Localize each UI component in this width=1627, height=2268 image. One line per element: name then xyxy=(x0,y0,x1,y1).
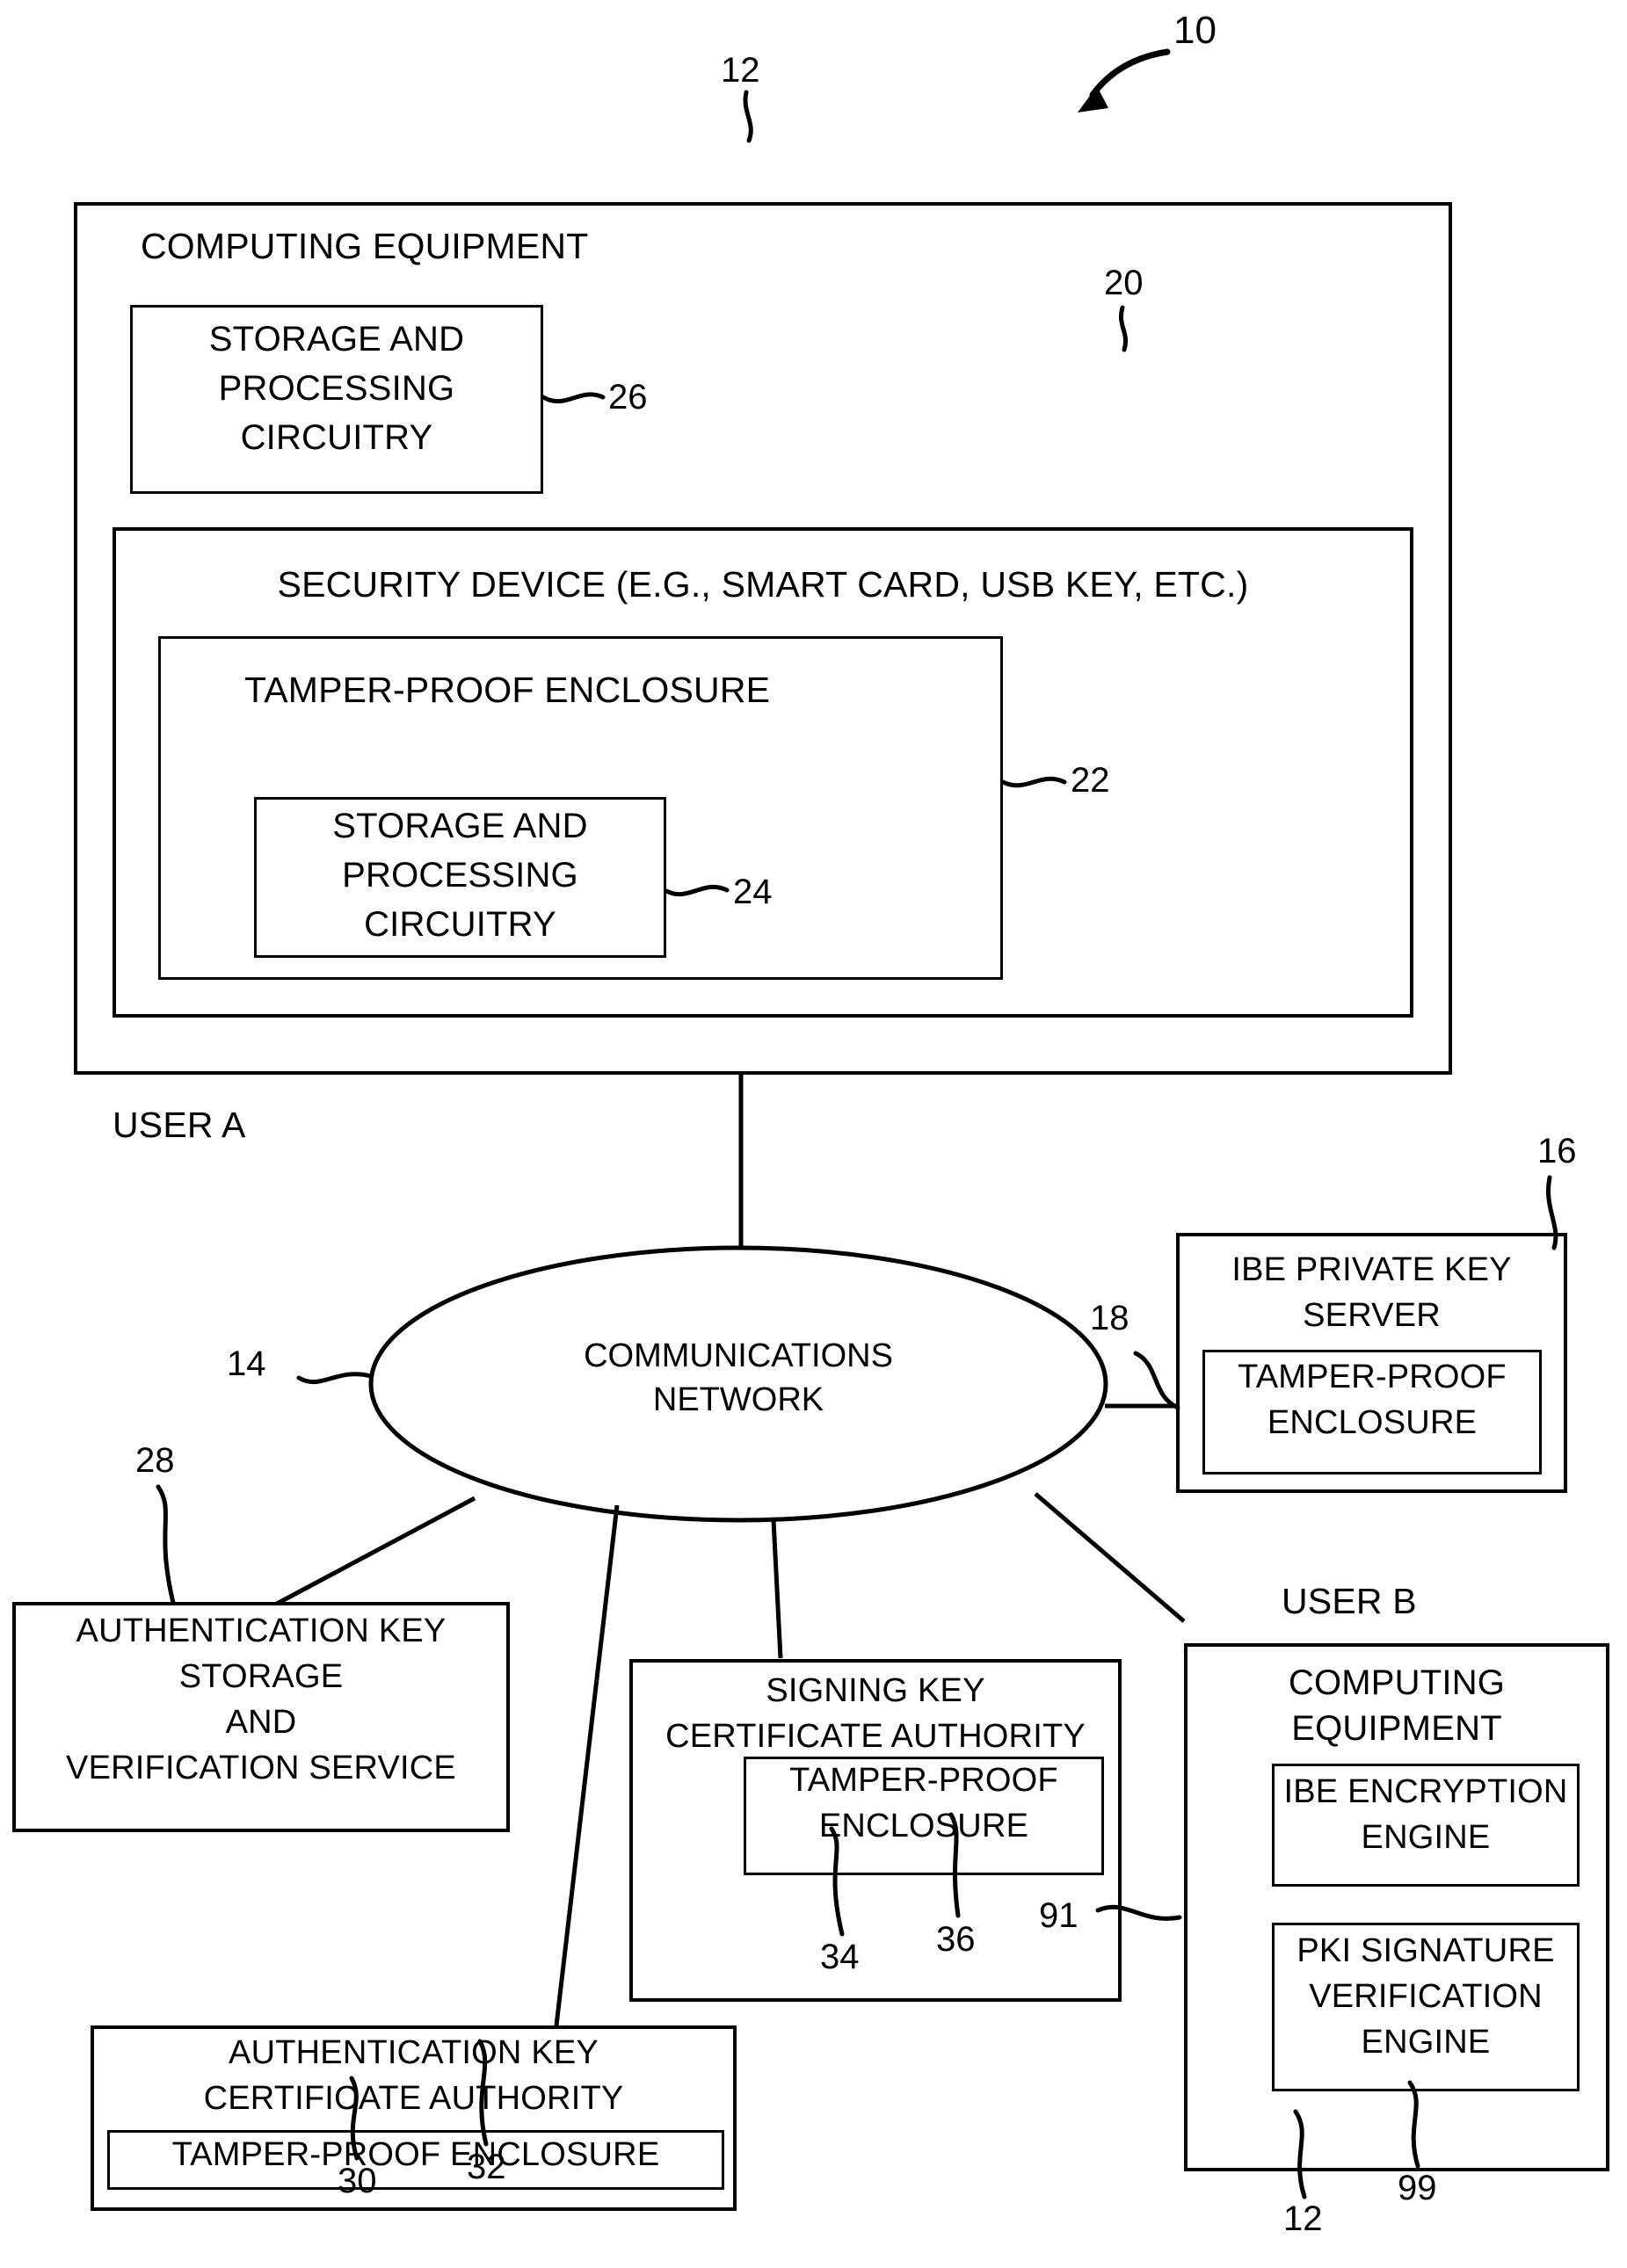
pki-signature-engine-line3: ENGINE xyxy=(1361,2024,1491,2061)
communications-network-label-line1: COMMUNICATIONS xyxy=(584,1337,893,1374)
user-b-label: USER B xyxy=(1282,1581,1417,1621)
ref-32: 32 xyxy=(467,2148,506,2186)
ref-20: 20 xyxy=(1104,264,1144,302)
storage-processing-line3: CIRCUITRY xyxy=(240,418,433,457)
ref-12-top: 12 xyxy=(721,51,760,90)
storage-processing-line1: STORAGE AND xyxy=(208,320,465,359)
pki-signature-engine-line2: VERIFICATION xyxy=(1309,1978,1543,2015)
communications-network-label-line2: NETWORK xyxy=(652,1381,824,1418)
ibe-private-key-server-line2: SERVER xyxy=(1303,1297,1441,1334)
user-b-computing-equipment-line1: COMPUTING xyxy=(1288,1663,1506,1702)
connector-network-signingkeyca xyxy=(771,1519,783,1659)
computing-equipment-title: COMPUTING EQUIPMENT xyxy=(141,226,589,266)
security-device-title: SECURITY DEVICE (E.G., SMART CARD, USB K… xyxy=(277,564,1249,605)
signing-key-ca-enclosure-line2: ENCLOSURE xyxy=(818,1808,1029,1844)
storage-processing-line2: PROCESSING xyxy=(218,369,455,408)
auth-key-ca-line2: CERTIFICATE AUTHORITY xyxy=(203,2080,624,2117)
leader-12-top xyxy=(743,90,753,143)
leader-28 xyxy=(156,1484,176,1605)
ref-24: 24 xyxy=(733,873,773,911)
signing-key-ca-line1: SIGNING KEY xyxy=(766,1672,985,1709)
auth-key-service-line1: AUTHENTICATION KEY xyxy=(76,1612,447,1649)
ref-34: 34 xyxy=(820,1938,860,1976)
ref-12-bottom: 12 xyxy=(1283,2199,1323,2238)
signing-key-ca-enclosure-line1: TAMPER-PROOF xyxy=(789,1762,1058,1799)
inner-storage-processing-line3: CIRCUITRY xyxy=(364,905,556,944)
tamper-proof-enclosure-title-user-a: TAMPER-PROOF ENCLOSURE xyxy=(244,670,771,710)
connector-network-authkeyca xyxy=(554,1504,620,2026)
pki-signature-engine-line1: PKI SIGNATURE xyxy=(1297,1932,1555,1969)
signing-key-ca-line2: CERTIFICATE AUTHORITY xyxy=(665,1718,1086,1755)
ref-18: 18 xyxy=(1090,1299,1129,1337)
ibe-encryption-engine-line1: IBE ENCRYPTION xyxy=(1283,1773,1568,1810)
inner-storage-processing-line1: STORAGE AND xyxy=(332,807,588,845)
ibe-server-enclosure-line1: TAMPER-PROOF xyxy=(1238,1359,1507,1395)
ref-28: 28 xyxy=(135,1441,175,1480)
auth-key-service-line2: STORAGE xyxy=(178,1658,344,1695)
patent-figure-canvas: 10 12 COMPUTING EQUIPMENT STORAGE AND PR… xyxy=(0,0,1627,2268)
inner-storage-processing-line2: PROCESSING xyxy=(342,856,578,895)
user-a-label: USER A xyxy=(113,1105,246,1145)
ibe-private-key-server-line1: IBE PRIVATE KEY xyxy=(1231,1251,1512,1288)
leader-14 xyxy=(296,1372,374,1385)
ref-99: 99 xyxy=(1398,2169,1437,2207)
ibe-encryption-engine-line2: ENGINE xyxy=(1361,1819,1491,1856)
ref-36: 36 xyxy=(936,1920,976,1959)
auth-key-ca-line1: AUTHENTICATION KEY xyxy=(229,2034,599,2071)
ibe-server-enclosure-line2: ENCLOSURE xyxy=(1267,1404,1478,1441)
ref-91: 91 xyxy=(1039,1896,1079,1935)
ref-26: 26 xyxy=(608,378,648,417)
ref-14: 14 xyxy=(227,1344,266,1383)
ref-22: 22 xyxy=(1071,761,1110,800)
ref-30: 30 xyxy=(338,2162,377,2200)
ref-10: 10 xyxy=(1173,9,1217,52)
auth-key-service-line3: AND xyxy=(225,1704,297,1741)
leader-18 xyxy=(1133,1351,1180,1410)
system-arrow-10 xyxy=(1078,48,1171,112)
connector-network-userb xyxy=(1034,1492,1186,1623)
auth-key-service-line4: VERIFICATION SERVICE xyxy=(66,1750,456,1786)
connector-network-authkeyservice xyxy=(275,1496,476,1606)
auth-key-ca-enclosure-label: TAMPER-PROOF ENCLOSURE xyxy=(171,2136,660,2173)
user-b-computing-equipment-line2: EQUIPMENT xyxy=(1291,1709,1502,1748)
ref-16: 16 xyxy=(1537,1132,1577,1170)
